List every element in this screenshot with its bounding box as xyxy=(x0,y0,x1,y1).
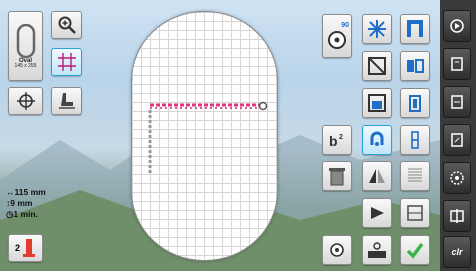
flip-icon xyxy=(369,169,385,183)
mirror-icon xyxy=(368,20,386,38)
width-value: 115 mm xyxy=(14,187,46,197)
corner-icon xyxy=(407,20,423,37)
home-button[interactable] xyxy=(443,10,471,42)
oval-hoop-icon xyxy=(16,23,35,58)
delete-button[interactable] xyxy=(322,161,352,191)
bobbin-icon xyxy=(328,30,346,49)
width-readout: ↔115 mm xyxy=(6,187,46,197)
play-icon xyxy=(371,207,384,219)
svg-text:2: 2 xyxy=(339,134,343,141)
stitch-mode-button[interactable] xyxy=(443,162,471,194)
split-button[interactable] xyxy=(400,51,430,81)
exit-icon xyxy=(451,133,463,147)
density-icon xyxy=(408,168,422,182)
counter-icon: b 2 xyxy=(329,133,343,149)
width-icon: ↔ xyxy=(6,187,15,197)
info-icon xyxy=(451,57,463,71)
thread-tension-button[interactable]: 90 xyxy=(322,14,352,58)
stitch-line-horizontal xyxy=(150,103,260,109)
time-button[interactable] xyxy=(362,235,392,265)
info-button[interactable] xyxy=(443,48,471,80)
needle-button[interactable]: 2 xyxy=(8,234,43,262)
thread-color-icon xyxy=(330,243,344,257)
grid-icon xyxy=(57,53,76,71)
needle-icon xyxy=(23,239,35,257)
home-icon xyxy=(450,19,464,33)
time-counter-icon xyxy=(368,242,386,258)
mode-icon xyxy=(450,209,464,223)
confirm-icon xyxy=(406,242,424,259)
hoop-select-button[interactable]: Oval 145 x 255 xyxy=(8,11,43,81)
needle-position-icon xyxy=(411,131,419,149)
mirror-button[interactable] xyxy=(362,14,392,44)
mode-button[interactable] xyxy=(443,200,471,232)
embroidery-screen: Oval 145 x 255 ↔115 mm ↕9 mm ◷1 min. 2 9… xyxy=(0,0,476,271)
split-icon xyxy=(407,59,424,73)
needle-position-button[interactable] xyxy=(400,125,430,155)
stitch-icon xyxy=(450,171,464,185)
move-button[interactable] xyxy=(51,87,82,115)
clear-button[interactable]: clr xyxy=(443,236,471,268)
needle-number: 2 xyxy=(14,243,20,253)
design-end-marker xyxy=(258,101,268,111)
edit-icon xyxy=(451,95,463,109)
move-to-corner-button[interactable] xyxy=(400,14,430,44)
shift-button[interactable] xyxy=(400,88,430,118)
trash-icon xyxy=(329,168,345,186)
resize-button[interactable] xyxy=(362,51,392,81)
svg-text:b: b xyxy=(329,133,338,149)
zoom-button[interactable] xyxy=(51,11,82,39)
frame-icon xyxy=(407,205,423,221)
crosshair-icon xyxy=(16,92,35,110)
exit-button[interactable] xyxy=(443,124,471,156)
height-value: 9 mm xyxy=(10,198,33,208)
grid-button[interactable] xyxy=(51,48,82,76)
hoop-size: 145 x 255 xyxy=(14,62,37,69)
density-button[interactable] xyxy=(400,161,430,191)
play-button[interactable] xyxy=(362,198,392,228)
frame-button[interactable] xyxy=(400,198,430,228)
zoom-icon xyxy=(58,16,76,34)
layout-icon xyxy=(368,94,386,112)
counter-button[interactable]: b 2 xyxy=(322,125,352,155)
stitch-count-badge: 90 xyxy=(341,21,349,29)
confirm-button[interactable] xyxy=(400,235,430,265)
flip-button[interactable] xyxy=(362,161,392,191)
stitch-design[interactable] xyxy=(140,96,272,178)
clear-label: clr xyxy=(451,247,463,257)
time-readout: ◷1 min. xyxy=(6,209,38,219)
shift-icon xyxy=(409,95,421,112)
height-readout: ↕9 mm xyxy=(6,198,32,208)
edit-button[interactable] xyxy=(443,86,471,118)
time-value: 1 min. xyxy=(13,209,38,219)
rotate-button[interactable] xyxy=(362,125,392,155)
color-button[interactable] xyxy=(322,235,352,265)
center-button[interactable] xyxy=(8,87,43,115)
presser-foot-icon xyxy=(58,93,75,109)
rotate-icon xyxy=(370,131,384,146)
layout-button[interactable] xyxy=(362,88,392,118)
resize-icon xyxy=(368,57,386,75)
